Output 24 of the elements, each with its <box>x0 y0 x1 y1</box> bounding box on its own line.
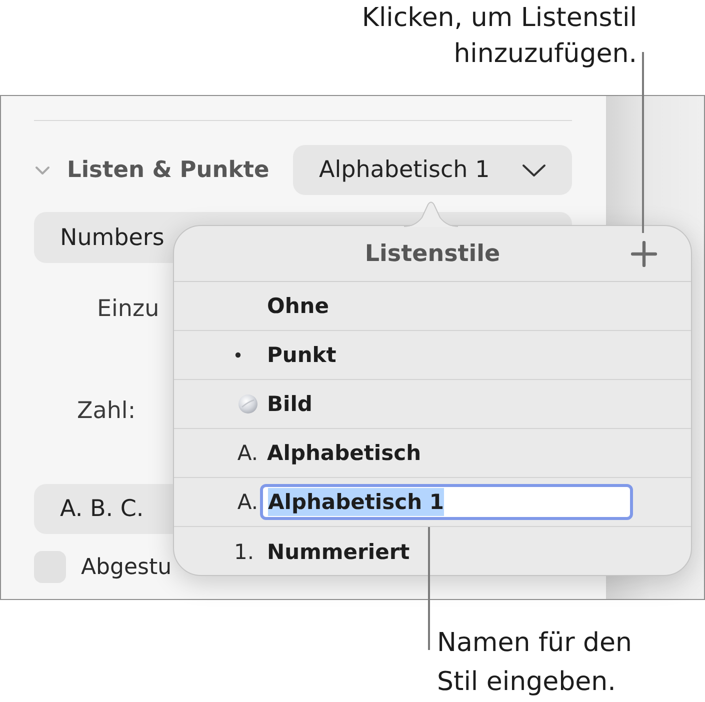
callout-text: Klicken, um Listenstil hinzuzufügen. <box>362 2 637 71</box>
selected-text: Alphabetisch 1 <box>268 488 444 516</box>
field-label: Zahl: <box>77 397 136 426</box>
bullet-dot-icon <box>235 352 241 358</box>
popover-title: Listenstile <box>364 240 500 266</box>
list-marker: A. <box>237 441 258 465</box>
list-style-option[interactable]: Bild <box>267 392 312 416</box>
list-style-option[interactable]: Punkt <box>267 343 336 367</box>
list-style-option[interactable]: Ohne <box>267 294 329 318</box>
list-marker: A. <box>237 490 258 514</box>
sphere-icon <box>238 394 258 414</box>
list-style-menu[interactable]: Alphabetisch 1 <box>293 145 572 196</box>
field-label: Einzu <box>97 295 160 324</box>
list-style-option[interactable]: Nummeriert <box>267 540 410 564</box>
list-marker: 1. <box>234 540 254 564</box>
chevron-icon[interactable] <box>35 166 50 175</box>
chevron-icon <box>522 164 546 177</box>
section-title: Listen & Punkte <box>67 157 270 184</box>
add-style-button[interactable] <box>631 240 657 266</box>
callout-text: Namen für den Stil eingeben. <box>437 627 634 699</box>
list-style-option[interactable]: Alphabetisch <box>267 441 422 465</box>
checkbox-label: Abgestu <box>81 554 172 580</box>
plus-icon <box>631 240 657 266</box>
style-name-field[interactable]: Alphabetisch 1 <box>260 484 633 520</box>
